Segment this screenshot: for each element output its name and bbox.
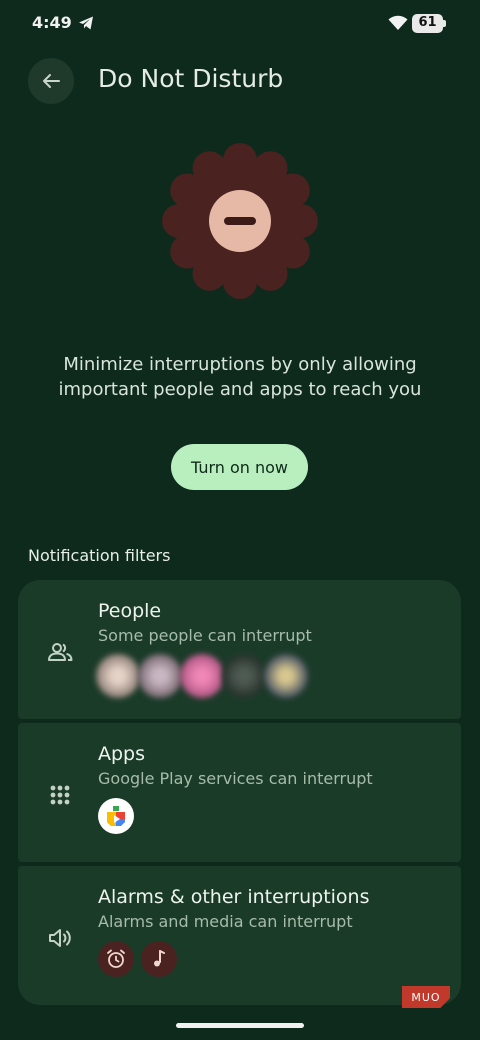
status-time: 4:49 [32,13,72,32]
media-chip [141,941,177,977]
watermark-logo: MUO [402,986,450,1008]
do-not-disturb-hero-icon [162,143,318,299]
back-arrow-icon [43,74,60,88]
wifi-icon [388,15,408,30]
status-bar: 4:49 61 [0,0,480,48]
alarm-clock-icon [107,949,125,968]
google-play-services-icon [107,806,125,826]
filter-card-people[interactable]: People Some people can interrupt [18,580,461,719]
music-note-icon [154,950,165,967]
avatar [222,654,266,698]
page-title: Do Not Disturb [98,64,284,93]
battery-level: 61 [418,15,437,30]
home-indicator[interactable] [176,1023,304,1028]
battery-indicator: 61 [412,14,446,33]
avatar [96,654,140,698]
back-button[interactable] [28,58,74,104]
filter-card-alarms[interactable]: Alarms & other interruptions Alarms and … [18,866,461,1005]
alarm-chip [98,941,134,977]
alarms-title: Alarms & other interruptions [98,886,370,908]
turn-on-now-button[interactable]: Turn on now [171,444,308,490]
apps-grid-icon [50,785,70,805]
apps-title: Apps [98,743,146,765]
section-header: Notification filters [28,546,171,565]
google-play-services-app-icon [98,798,134,834]
people-subtitle: Some people can interrupt [98,626,312,645]
avatar [180,654,224,698]
filter-card-apps[interactable]: Apps Google Play services can interrupt [18,723,461,862]
people-icon [48,643,73,661]
avatar [264,654,308,698]
apps-subtitle: Google Play services can interrupt [98,769,373,788]
alarms-subtitle: Alarms and media can interrupt [98,912,353,931]
description-text: Minimize interruptions by only allowing … [58,354,422,400]
people-title: People [98,600,162,622]
avatar [138,654,182,698]
telegram-icon [79,16,93,30]
people-avatars [96,654,310,698]
screen: 4:49 61 Do Not Disturb Minimize interrup… [0,0,480,1040]
volume-icon [49,929,71,947]
